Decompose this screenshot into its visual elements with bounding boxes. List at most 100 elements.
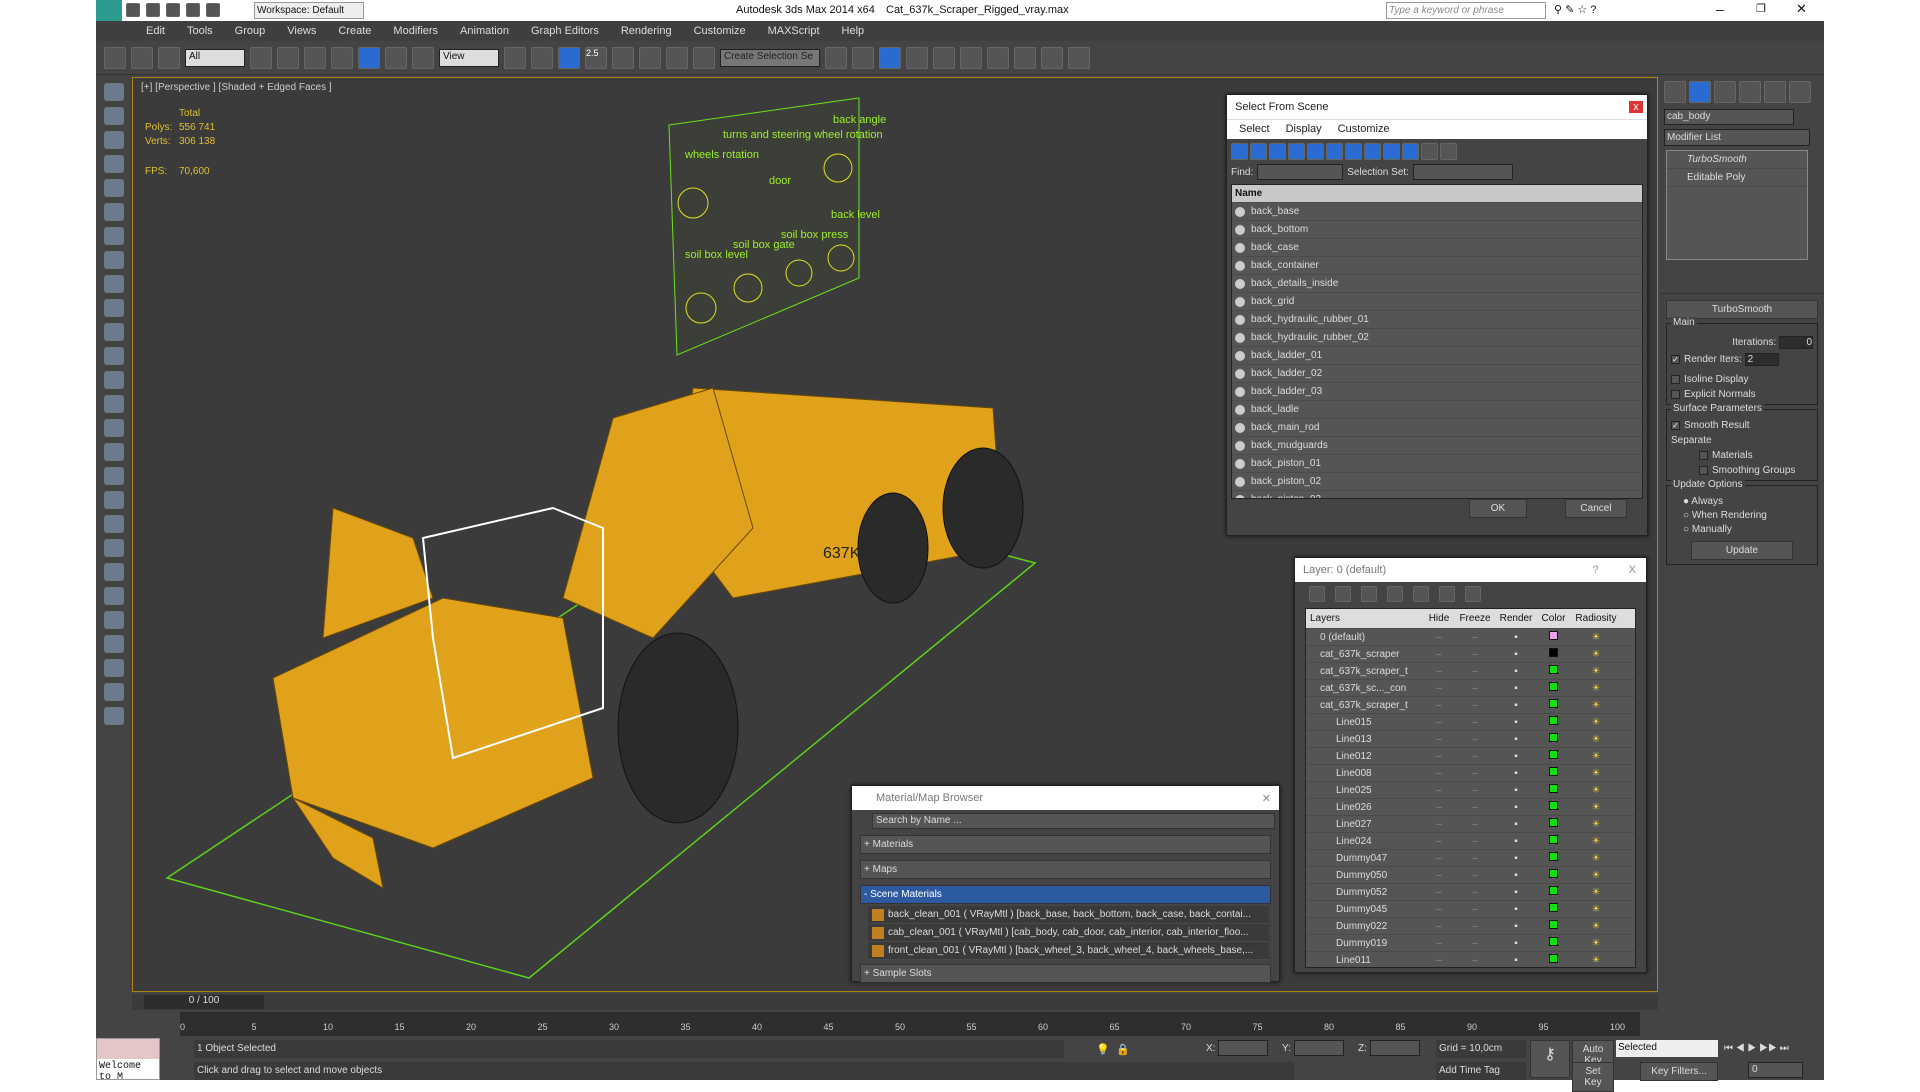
- layer-row[interactable]: Dummy050 ‒ ‒ ▪ ☀: [1306, 867, 1635, 884]
- menu-edit[interactable]: Edit: [146, 25, 165, 37]
- menu-graph-editors[interactable]: Graph Editors: [531, 25, 599, 37]
- freeze-toggle[interactable]: ‒: [1455, 683, 1495, 694]
- update-button[interactable]: Update: [1691, 541, 1793, 560]
- hide-toggle[interactable]: ‒: [1423, 700, 1455, 711]
- layer-row[interactable]: Line013 ‒ ‒ ▪ ☀: [1306, 731, 1635, 748]
- hide-toggle[interactable]: ‒: [1423, 785, 1455, 796]
- geometry-filter-icon[interactable]: [1231, 143, 1248, 160]
- add-to-layer-icon[interactable]: [1361, 586, 1377, 602]
- time-slider[interactable]: 0 / 100: [132, 994, 1658, 1010]
- hide-toggle[interactable]: ‒: [1423, 938, 1455, 949]
- helper-icon[interactable]: [104, 227, 124, 245]
- freeze-all-icon[interactable]: [1465, 586, 1481, 602]
- layer-color-swatch[interactable]: [1549, 784, 1558, 793]
- render-icon[interactable]: ▪: [1495, 955, 1537, 966]
- light-icon[interactable]: [104, 179, 124, 197]
- help-button[interactable]: ?: [1593, 564, 1599, 576]
- layer-row[interactable]: 0 (default) ‒ ‒ ▪ ☀: [1306, 629, 1635, 646]
- radiosity-icon[interactable]: ☀: [1570, 734, 1622, 745]
- isolate-icon[interactable]: 💡: [1096, 1043, 1110, 1056]
- render-icon[interactable]: ▪: [1495, 666, 1537, 677]
- freeze-toggle[interactable]: ‒: [1455, 870, 1495, 881]
- track-bar[interactable]: 0 5 10 15 20 25 30 35 40 45 50 55 60 65 70 75 80 85 90 95 10…: [180, 1012, 1640, 1036]
- render-icon[interactable]: ▪: [1495, 734, 1537, 745]
- hide-toggle[interactable]: ‒: [1423, 802, 1455, 813]
- radiosity-icon[interactable]: ☀: [1570, 683, 1622, 694]
- render-icon[interactable]: ▪: [1495, 853, 1537, 864]
- selection-filter-dropdown[interactable]: All: [185, 48, 245, 67]
- freeze-toggle[interactable]: ‒: [1455, 700, 1495, 711]
- scene-object-item[interactable]: back_ladle: [1232, 401, 1642, 419]
- render-icon[interactable]: ▪: [1495, 649, 1537, 660]
- scene-object-item[interactable]: back_hydraulic_rubber_02: [1232, 329, 1642, 347]
- explicit-normals-checkbox[interactable]: [1671, 389, 1680, 399]
- search-by-name-input[interactable]: Search by Name ...: [872, 813, 1275, 829]
- frozen-filter-icon[interactable]: [1421, 143, 1438, 160]
- radiosity-icon[interactable]: ☀: [1570, 853, 1622, 864]
- batch-icon[interactable]: [104, 683, 124, 701]
- playback-controls[interactable]: ⏮ ◀ ▶ ▶▶ ⏭: [1724, 1043, 1789, 1054]
- material-icon[interactable]: [104, 107, 124, 125]
- window-crossing-icon[interactable]: [331, 46, 353, 69]
- reference-coord-dropdown[interactable]: View: [439, 48, 499, 67]
- torus-icon[interactable]: [104, 347, 124, 365]
- scene-object-item[interactable]: back_main_rod: [1232, 419, 1642, 437]
- smoothing-groups-checkbox[interactable]: [1699, 465, 1708, 475]
- grid-icon[interactable]: [104, 155, 124, 173]
- search-input[interactable]: Type a keyword or phrase: [1386, 2, 1546, 19]
- modify-tab-icon[interactable]: [1689, 81, 1711, 103]
- hide-toggle[interactable]: ‒: [1423, 819, 1455, 830]
- freeze-toggle[interactable]: ‒: [1455, 666, 1495, 677]
- render-icon[interactable]: [1068, 46, 1090, 69]
- radiosity-icon[interactable]: ☀: [1570, 870, 1622, 881]
- cancel-button[interactable]: Cancel: [1565, 499, 1627, 518]
- maximize-button[interactable]: ❐: [1756, 2, 1766, 15]
- scene-object-item[interactable]: back_grid: [1232, 293, 1642, 311]
- highlight-layer-icon[interactable]: [1413, 586, 1429, 602]
- materials-checkbox[interactable]: [1699, 450, 1708, 460]
- layer-color-swatch[interactable]: [1549, 716, 1558, 725]
- select-by-name-icon[interactable]: [277, 46, 299, 69]
- layer-row[interactable]: Line024 ‒ ‒ ▪ ☀: [1306, 833, 1635, 850]
- col-render[interactable]: Render: [1495, 613, 1537, 624]
- layer-row[interactable]: cat_637k_scraper_t ‒ ‒ ▪ ☀: [1306, 663, 1635, 680]
- scene-explorer-icon[interactable]: [906, 46, 928, 69]
- render-icon[interactable]: ▪: [1495, 717, 1537, 728]
- menu-group[interactable]: Group: [235, 25, 266, 37]
- scene-object-item[interactable]: back_piston_02: [1232, 473, 1642, 491]
- render-setup-icon[interactable]: [1014, 46, 1036, 69]
- scene-object-item[interactable]: back_ladder_03: [1232, 383, 1642, 401]
- mirror-icon[interactable]: [825, 46, 847, 69]
- maxscript-listener[interactable]: Welcome to M: [96, 1038, 160, 1083]
- foliage-icon[interactable]: [104, 539, 124, 557]
- groups-filter-icon[interactable]: [1345, 143, 1362, 160]
- layer-color-swatch[interactable]: [1549, 682, 1558, 691]
- layer-row[interactable]: Dummy047 ‒ ‒ ▪ ☀: [1306, 850, 1635, 867]
- redo-icon[interactable]: [206, 3, 220, 17]
- scene-material-item[interactable]: back_clean_001 ( VRayMtl ) [back_base, b…: [868, 906, 1269, 924]
- freeze-toggle[interactable]: ‒: [1455, 734, 1495, 745]
- xrefs-filter-icon[interactable]: [1364, 143, 1381, 160]
- freeze-toggle[interactable]: ‒: [1455, 649, 1495, 660]
- cameras-filter-icon[interactable]: [1288, 143, 1305, 160]
- radiosity-icon[interactable]: ☀: [1570, 666, 1622, 677]
- render-icon[interactable]: ▪: [1495, 836, 1537, 847]
- radiosity-icon[interactable]: ☀: [1570, 955, 1622, 966]
- menu-rendering[interactable]: Rendering: [621, 25, 672, 37]
- hide-toggle[interactable]: ‒: [1423, 853, 1455, 864]
- freeze-toggle[interactable]: ‒: [1455, 904, 1495, 915]
- freeze-toggle[interactable]: ‒: [1455, 921, 1495, 932]
- menu-tools[interactable]: Tools: [187, 25, 213, 37]
- close-button[interactable]: X: [1629, 564, 1636, 576]
- layer-color-swatch[interactable]: [1549, 937, 1558, 946]
- freeze-toggle[interactable]: ‒: [1455, 836, 1495, 847]
- select-objects-icon[interactable]: [1387, 586, 1403, 602]
- radiosity-icon[interactable]: ☀: [1570, 887, 1622, 898]
- col-layers[interactable]: Layers: [1306, 613, 1423, 624]
- render-icon[interactable]: ▪: [1495, 938, 1537, 949]
- spacewarp-icon[interactable]: [104, 251, 124, 269]
- scene-object-item[interactable]: back_hydraulic_rubber_01: [1232, 311, 1642, 329]
- keyboard-shortcut-icon[interactable]: [558, 46, 580, 69]
- menu-help[interactable]: Help: [842, 25, 865, 37]
- helpers-filter-icon[interactable]: [1307, 143, 1324, 160]
